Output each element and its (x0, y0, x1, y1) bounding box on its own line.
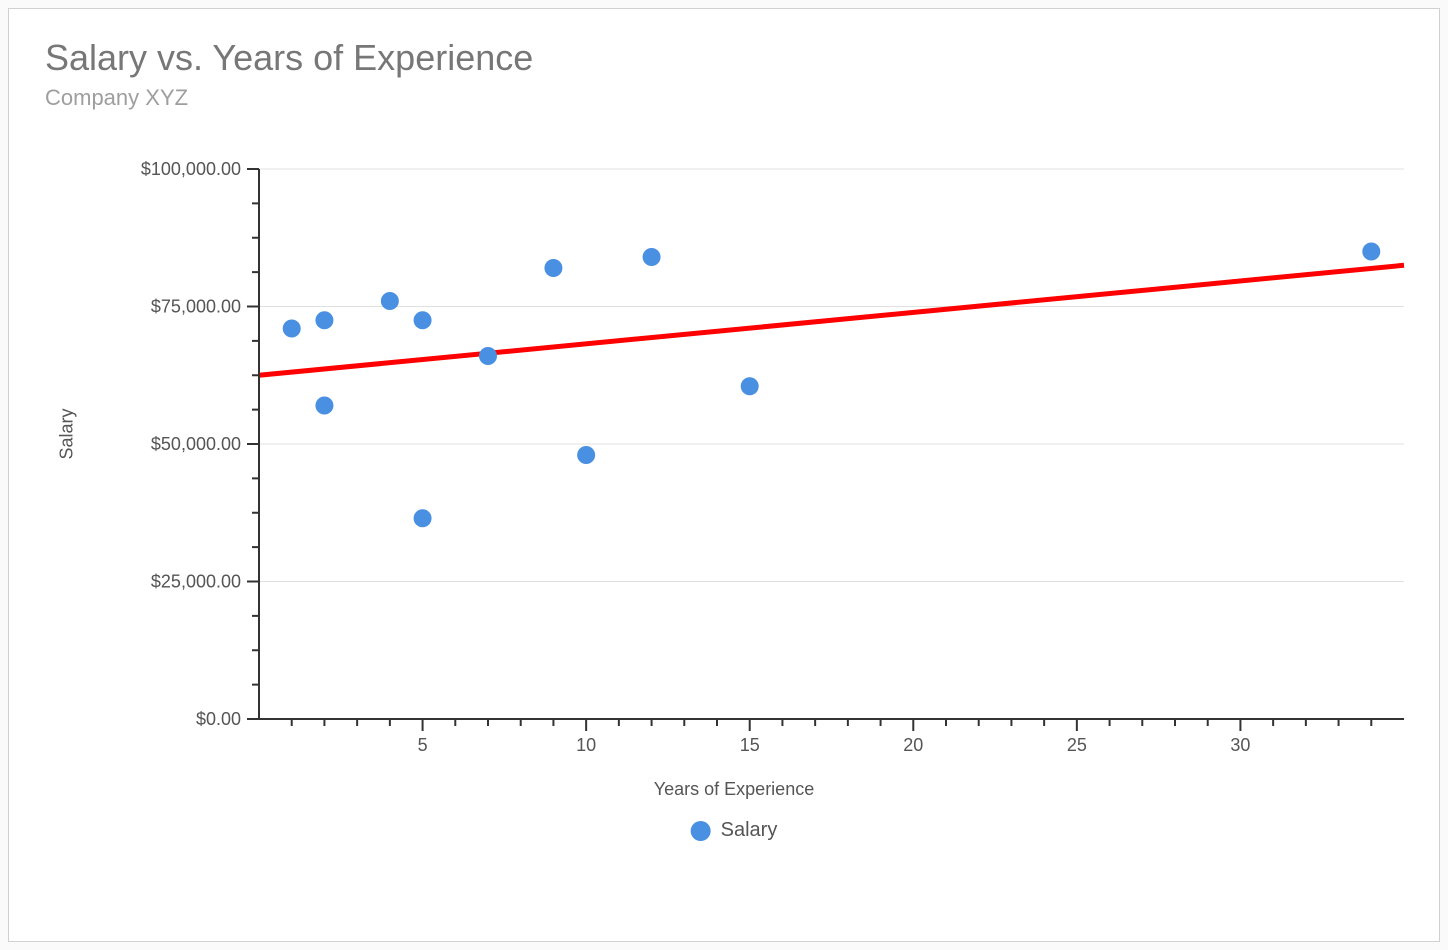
chart-svg: $0.00 $25,000.00 $50,000.00 $75,000.00 $100,… (49, 159, 1419, 839)
legend-dot-icon (691, 821, 711, 841)
legend: Salary (691, 819, 778, 842)
data-point (544, 259, 562, 277)
y-tick-label: $25,000.00 (151, 572, 241, 592)
data-point (479, 347, 497, 365)
data-point (414, 311, 432, 329)
x-tick-label: 20 (903, 735, 923, 755)
y-tick-label: $0.00 (196, 709, 241, 729)
data-point (577, 446, 595, 464)
x-tick-label: 5 (418, 735, 428, 755)
y-tick-label: $50,000.00 (151, 434, 241, 454)
data-point (1362, 243, 1380, 261)
chart-container: Salary vs. Years of Experience Company X… (8, 8, 1440, 942)
data-point (283, 320, 301, 338)
data-point (414, 509, 432, 527)
plot-area: Salary $0.00 $25,000.00 $50,000.00 $75,000.… (49, 159, 1419, 839)
x-tick-label: 15 (740, 735, 760, 755)
x-tick-label: 25 (1067, 735, 1087, 755)
x-axis-label: Years of Experience (654, 779, 814, 800)
chart-subtitle: Company XYZ (45, 85, 1403, 111)
chart-title: Salary vs. Years of Experience (45, 37, 1403, 79)
data-point (381, 292, 399, 310)
data-point (315, 397, 333, 415)
y-tick-label: $100,000.00 (141, 159, 241, 179)
x-tick-label: 30 (1230, 735, 1250, 755)
y-tick-label: $75,000.00 (151, 297, 241, 317)
x-tick-label: 10 (576, 735, 596, 755)
y-axis-label: Salary (57, 408, 78, 459)
data-point (643, 248, 661, 266)
legend-label: Salary (721, 819, 778, 842)
data-point (315, 311, 333, 329)
data-point (741, 377, 759, 395)
